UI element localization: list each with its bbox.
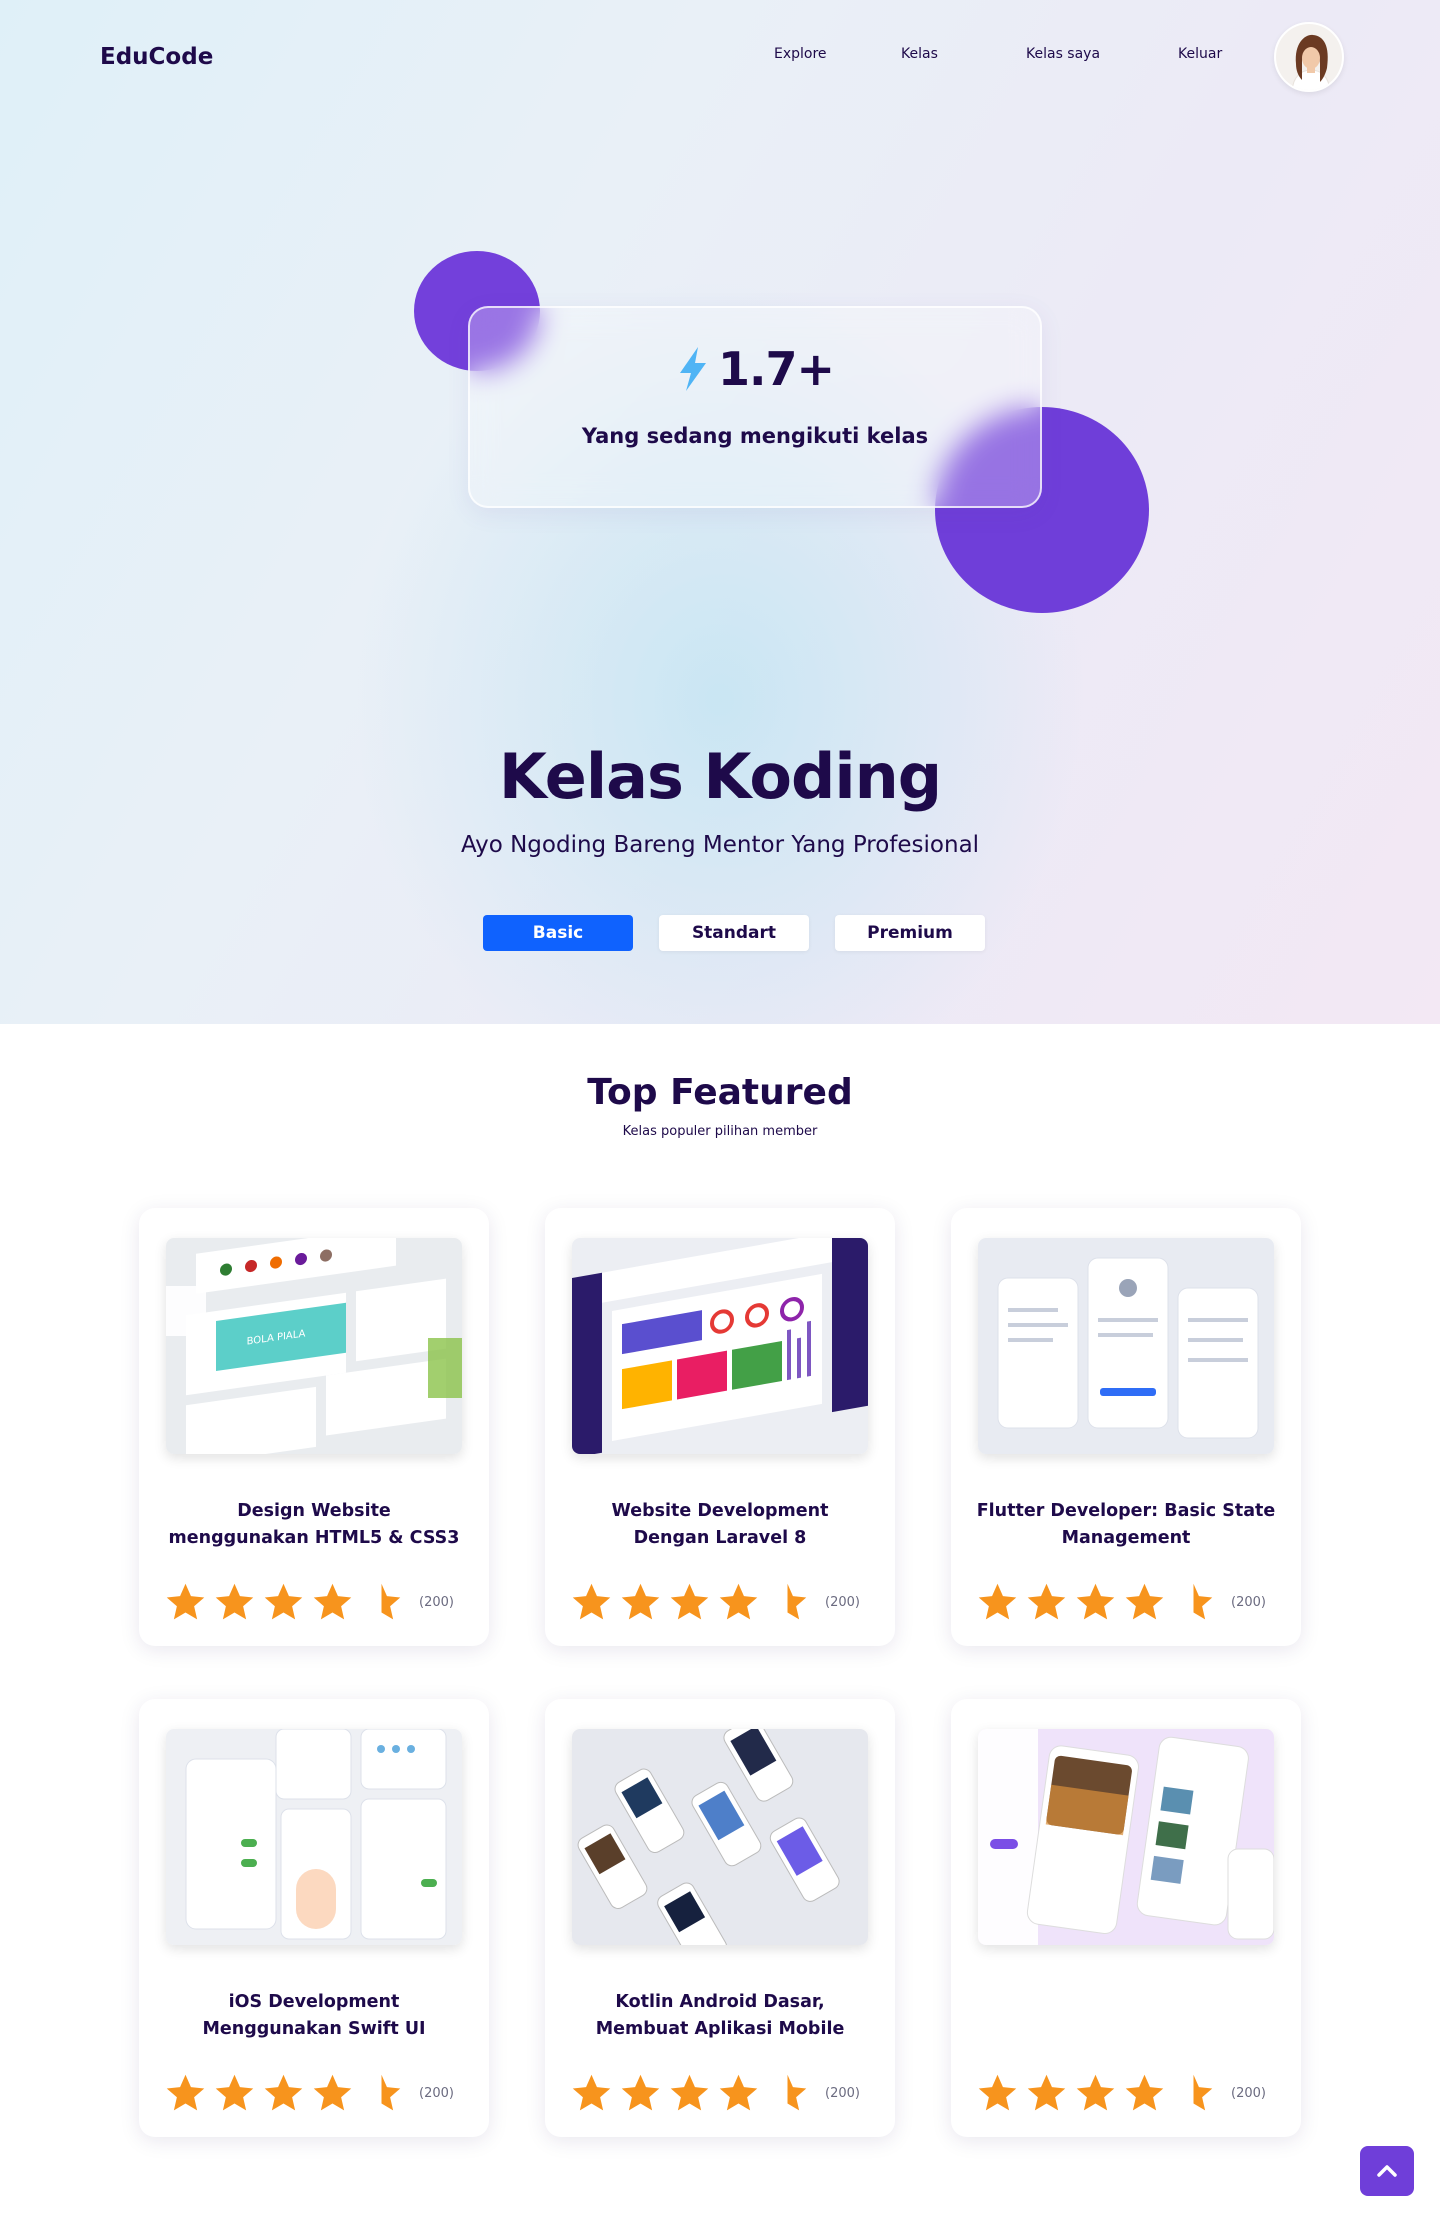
stat-value: 1.7+ (717, 342, 835, 396)
star-half-icon (381, 2074, 401, 2111)
course-thumbnail (978, 1238, 1274, 1454)
course-card[interactable]: Website Development Dengan Laravel 8 (200… (545, 1208, 895, 1646)
star-icon (621, 2074, 660, 2111)
rating-stars (569, 1580, 810, 1625)
course-title: Flutter Developer: Basic State Management (976, 1501, 1276, 1548)
rating-count: (200) (1231, 2086, 1266, 2101)
nav-kelas[interactable]: Kelas (901, 46, 938, 62)
star-icon (1027, 1583, 1066, 1620)
course-thumbnail (166, 1729, 462, 1945)
star-icon (313, 2074, 352, 2111)
stat-card: 1.7+ Yang sedang mengikuti kelas (468, 306, 1042, 508)
star-icon (719, 2074, 758, 2111)
star-icon (572, 2074, 611, 2111)
course-card[interactable]: Kotlin Android Dasar, Membuat Aplikasi Mo… (545, 1699, 895, 2137)
chevron-up-icon (1377, 2165, 1397, 2177)
course-thumbnail (572, 1729, 868, 1945)
star-icon (1125, 2074, 1164, 2111)
course-title: iOS Development Menggunakan Swift UI (202, 1992, 426, 2039)
course-thumbnail (572, 1238, 868, 1454)
star-icon (670, 2074, 709, 2111)
star-icon (621, 1583, 660, 1620)
nav-explore[interactable]: Explore (774, 46, 827, 62)
rating-count: (200) (1231, 1595, 1266, 1610)
star-icon (719, 1583, 758, 1620)
nav-kelas-saya[interactable]: Kelas saya (1026, 46, 1100, 62)
hero-subtitle: Ayo Ngoding Bareng Mentor Yang Profesion… (460, 832, 980, 858)
rating-count: (200) (825, 1595, 860, 1610)
star-icon (1076, 1583, 1115, 1620)
section-title: Top Featured (587, 1072, 853, 1113)
star-half-icon (381, 1583, 401, 1620)
star-icon (1027, 2074, 1066, 2111)
hero-title: Kelas Koding (498, 740, 942, 813)
rating-count: (200) (419, 2086, 454, 2101)
course-thumbnail (978, 1729, 1274, 1945)
star-icon (264, 1583, 303, 1620)
rating-count: (200) (419, 1595, 454, 1610)
nav-keluar[interactable]: Keluar (1178, 46, 1222, 62)
tier-standart-button[interactable]: Standart (659, 915, 809, 951)
star-icon (572, 1583, 611, 1620)
stat-label: Yang sedang mengikuti kelas (581, 424, 929, 448)
course-thumbnail: BOLA PIALA (166, 1238, 462, 1454)
rating-count: (200) (825, 2086, 860, 2101)
course-card[interactable]: iOS Development Menggunakan Swift UI (200… (139, 1699, 489, 2137)
course-title: Kotlin Android Dasar, Membuat Aplikasi Mo… (595, 1992, 845, 2039)
logo[interactable]: EduCode (100, 44, 213, 70)
course-card[interactable]: Flutter Developer: Basic State Management… (951, 1208, 1301, 1646)
star-half-icon (1193, 2074, 1213, 2111)
tier-basic-button[interactable]: Basic (483, 915, 633, 951)
star-half-icon (787, 2074, 807, 2111)
star-icon (313, 1583, 352, 1620)
lightning-bolt-icon (679, 347, 706, 391)
star-icon (978, 1583, 1017, 1620)
star-icon (1125, 1583, 1164, 1620)
course-card[interactable]: BOLA PIALA Design Website menggunakan HTM… (139, 1208, 489, 1646)
star-icon (1076, 2074, 1115, 2111)
scroll-to-top-button[interactable] (1360, 2146, 1414, 2196)
star-icon (978, 2074, 1017, 2111)
course-card[interactable]: (200) (951, 1699, 1301, 2137)
tier-premium-button[interactable]: Premium (835, 915, 985, 951)
rating-stars (569, 2071, 810, 2116)
avatar[interactable] (1274, 22, 1344, 92)
star-icon (215, 1583, 254, 1620)
rating-stars (163, 1580, 404, 1625)
hero-section: EduCode Explore Kelas Kelas saya Keluar … (0, 0, 1440, 1024)
star-icon (264, 2074, 303, 2111)
course-title: Design Website menggunakan HTML5 & CSS3 (168, 1501, 460, 1548)
rating-stars (163, 2071, 404, 2116)
rating-stars (975, 1580, 1216, 1625)
section-subtitle: Kelas populer pilihan member (622, 1124, 818, 1139)
rating-stars (975, 2071, 1216, 2116)
star-icon (166, 1583, 205, 1620)
star-half-icon (1193, 1583, 1213, 1620)
star-icon (166, 2074, 205, 2111)
course-title: Website Development Dengan Laravel 8 (611, 1501, 829, 1548)
star-icon (670, 1583, 709, 1620)
star-half-icon (787, 1583, 807, 1620)
star-icon (215, 2074, 254, 2111)
